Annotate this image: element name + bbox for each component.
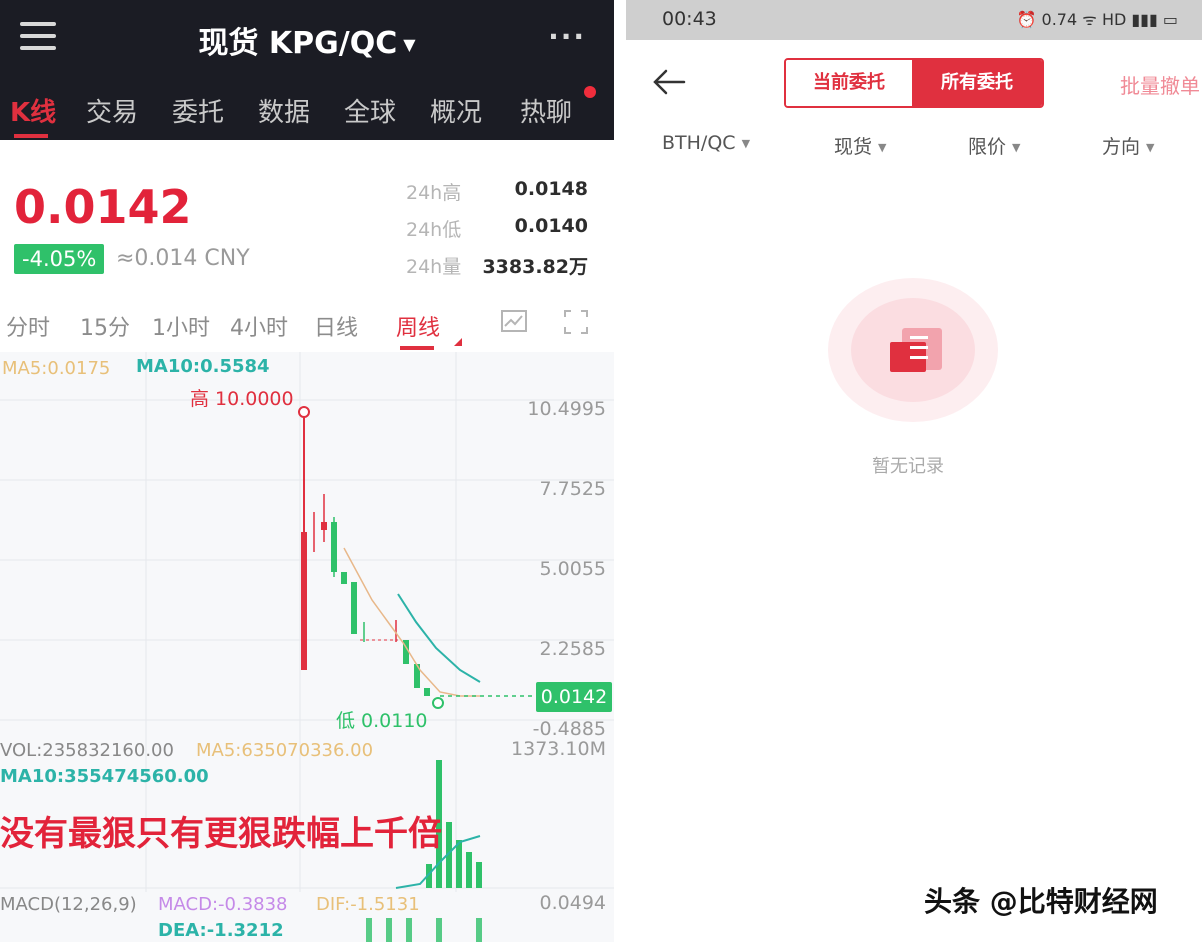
watermark: 头条 @比特财经网 <box>924 885 1158 918</box>
active-tab-indicator <box>14 134 48 138</box>
tab-overview[interactable]: 概况 <box>430 92 482 129</box>
y-tick-1: 10.4995 <box>527 398 606 420</box>
top-bar: 现货 KPG/QC ▼ ··· K线 交易 委托 数据 全球 概况 热聊 <box>0 0 614 140</box>
tab-kline[interactable]: K线 <box>10 92 56 129</box>
back-arrow-icon[interactable] <box>650 62 690 102</box>
filter-market-label: 现货 <box>834 136 873 158</box>
empty-state-icon <box>828 278 998 422</box>
low-marker <box>432 697 444 709</box>
filter-market[interactable]: 现货 ▼ <box>834 132 886 159</box>
stat-label-volume: 24h量 <box>406 256 462 278</box>
chevron-down-icon: ▼ <box>741 137 751 150</box>
empty-state-text: 暂无记录 <box>872 456 944 477</box>
filter-direction[interactable]: 方向 ▼ <box>1102 132 1154 159</box>
screenshot-root: 现货 KPG/QC ▼ ··· K线 交易 委托 数据 全球 概况 热聊 0.01… <box>0 0 1202 942</box>
ma5-label: MA5:0.0175 <box>2 358 111 379</box>
tab-orders[interactable]: 委托 <box>172 92 224 129</box>
period-4h[interactable]: 4小时 <box>230 310 288 342</box>
filter-order-type-label: 限价 <box>968 136 1007 158</box>
tab-data[interactable]: 数据 <box>258 92 310 129</box>
y-tick-2: 7.7525 <box>539 478 606 500</box>
nav-tabs: K线 交易 委托 数据 全球 概况 热聊 <box>0 92 614 132</box>
status-icons: ⏰ 0.74 ᯤ HD ▮▮▮ ▭ <box>1016 10 1178 29</box>
candle-down <box>331 522 337 572</box>
order-segment: 当前委托 所有委托 <box>784 58 1044 108</box>
overlay-caption: 没有最狠只有更狠跌幅上千倍 <box>0 814 442 854</box>
candle-up <box>301 532 307 670</box>
batch-cancel-button[interactable]: 批量撤单 <box>1120 70 1200 99</box>
ma10-label: MA10:0.5584 <box>136 356 270 377</box>
kline-screen: 现货 KPG/QC ▼ ··· K线 交易 委托 数据 全球 概况 热聊 0.01… <box>0 0 614 942</box>
y-tick-5: -0.4885 <box>532 718 606 740</box>
chevron-down-icon: ▼ <box>1012 141 1021 154</box>
tab-global[interactable]: 全球 <box>344 92 396 129</box>
volume-label: VOL:235832160.00 <box>0 740 174 761</box>
dea-value: DEA:-1.3212 <box>158 920 284 941</box>
status-bar: 00:43 ⏰ 0.74 ᯤ HD ▮▮▮ ▭ <box>626 0 1202 40</box>
macd-value: MACD:-0.3838 <box>158 894 288 915</box>
chevron-down-icon: ▼ <box>1146 141 1155 154</box>
change-badge: -4.05% <box>14 244 105 274</box>
candle-down <box>424 688 430 696</box>
period-indicator <box>400 346 434 350</box>
notification-dot <box>584 86 596 98</box>
macd-axis: 0.0494 <box>539 892 606 914</box>
fullscreen-icon[interactable] <box>562 308 590 336</box>
stat-label-high: 24h高 <box>406 182 462 204</box>
segment-all-orders[interactable]: 所有委托 <box>912 60 1042 106</box>
pair-selector[interactable]: 现货 KPG/QC ▼ <box>0 18 614 62</box>
y-tick-4: 2.2585 <box>539 638 606 660</box>
high-label: 高 10.0000 <box>190 388 294 410</box>
filter-direction-label: 方向 <box>1102 136 1141 158</box>
ma10-line <box>397 593 481 683</box>
volume-axis-max: 1373.10M <box>511 738 606 760</box>
period-more-indicator <box>454 338 462 346</box>
period-week[interactable]: 周线 <box>396 310 440 342</box>
cny-price: ≈0.014 CNY <box>116 246 250 271</box>
high-marker <box>298 406 310 418</box>
segment-current-orders[interactable]: 当前委托 <box>786 60 912 106</box>
stat-value-high: 0.0148 <box>514 178 588 200</box>
tab-chat[interactable]: 热聊 <box>520 92 572 129</box>
candle-up <box>321 522 327 530</box>
filter-pair-label: BTH/QC <box>662 132 736 154</box>
volume-ma5-label: MA5:635070336.00 <box>196 740 374 761</box>
low-label: 低 0.0110 <box>336 710 428 732</box>
more-icon[interactable]: ··· <box>548 20 586 53</box>
chevron-down-icon: ▼ <box>878 141 887 154</box>
orders-screen: 00:43 ⏰ 0.74 ᯤ HD ▮▮▮ ▭ 当前委托 所有委托 批量撤单 B… <box>626 0 1202 942</box>
volume-ma10-label: MA10:355474560.00 <box>0 766 209 787</box>
y-tick-3: 5.0055 <box>539 558 606 580</box>
tab-trade[interactable]: 交易 <box>86 92 138 129</box>
period-timeshare[interactable]: 分时 <box>6 310 50 342</box>
dif-value: DIF:-1.5131 <box>316 894 420 915</box>
stat-value-volume: 3383.82万 <box>482 256 588 278</box>
period-1h[interactable]: 1小时 <box>152 310 210 342</box>
stat-label-low: 24h低 <box>406 219 462 241</box>
period-day[interactable]: 日线 <box>314 310 358 342</box>
status-time: 00:43 <box>662 8 717 30</box>
pair-title: 现货 KPG/QC <box>198 26 398 61</box>
indicator-settings-icon[interactable] <box>500 308 528 336</box>
macd-bars <box>366 918 482 942</box>
stat-value-low: 0.0140 <box>514 215 588 237</box>
macd-title: MACD(12,26,9) <box>0 894 137 915</box>
chevron-down-icon: ▼ <box>403 35 416 54</box>
candle-down <box>351 582 357 634</box>
filter-pair[interactable]: BTH/QC ▼ <box>662 132 750 154</box>
filter-order-type[interactable]: 限价 ▼ <box>968 132 1020 159</box>
candle-down <box>341 572 347 584</box>
last-price: 0.0142 <box>14 180 192 234</box>
period-15m[interactable]: 15分 <box>80 310 130 342</box>
current-price-tag: 0.0142 <box>536 682 612 712</box>
